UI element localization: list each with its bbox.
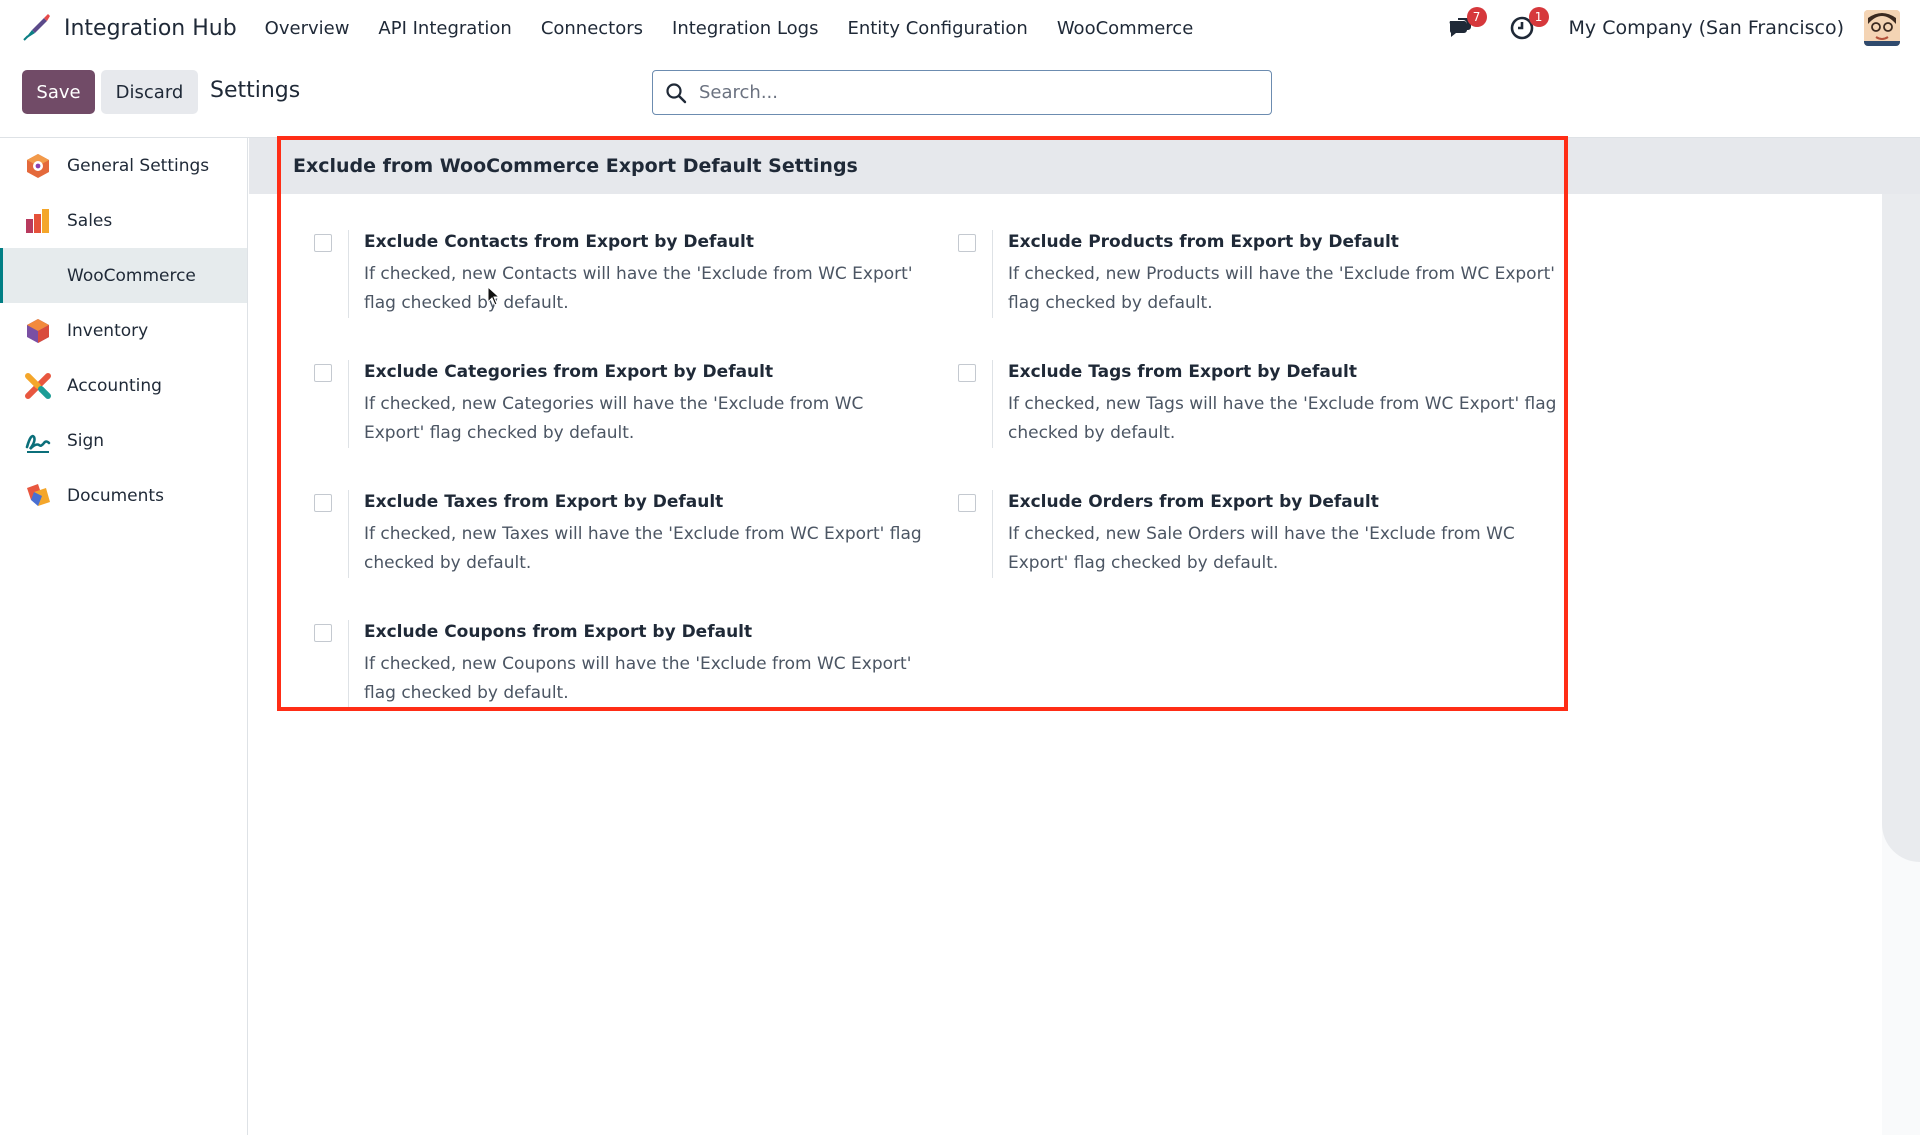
discard-button[interactable]: Discard — [101, 70, 198, 114]
control-panel: Save Discard Settings — [0, 56, 1920, 138]
sidebar-item-label: Inventory — [67, 320, 149, 341]
main-menu: Overview API Integration Connectors Inte… — [265, 18, 1223, 39]
sidebar-item-woocommerce[interactable]: WooCommerce — [0, 248, 247, 303]
menu-woocommerce[interactable]: WooCommerce — [1057, 18, 1193, 39]
setting-description: If checked, new Coupons will have the 'E… — [364, 654, 912, 703]
sidebar-item-general-settings[interactable]: General Settings — [0, 138, 247, 193]
section-header: Exclude from WooCommerce Export Default … — [249, 138, 1920, 194]
exclude-tags-checkbox[interactable] — [958, 364, 976, 382]
search-bar[interactable] — [652, 70, 1272, 115]
setting-divider — [348, 620, 349, 708]
setting-description: If checked, new Tags will have the 'Excl… — [1008, 394, 1557, 443]
setting-divider — [992, 360, 993, 448]
general-settings-icon — [27, 153, 49, 178]
page-title: Settings — [210, 78, 301, 103]
scroll-edge — [1882, 142, 1920, 862]
menu-overview[interactable]: Overview — [265, 18, 350, 39]
setting-exclude-orders: Exclude Orders from Export by Default If… — [958, 490, 1558, 600]
settings-sidebar: General Settings Sales WooCommerce Inven… — [0, 138, 248, 1135]
setting-title: Exclude Tags from Export by Default — [1008, 362, 1357, 382]
setting-description: If checked, new Categories will have the… — [364, 394, 864, 443]
sales-icon — [26, 208, 49, 233]
exclude-coupons-checkbox[interactable] — [314, 624, 332, 642]
menu-api-integration[interactable]: API Integration — [378, 18, 511, 39]
setting-title: Exclude Coupons from Export by Default — [364, 622, 753, 642]
documents-icon — [27, 483, 50, 506]
setting-divider — [992, 490, 993, 578]
settings-content: Exclude Contacts from Export by Default … — [249, 194, 1882, 1135]
setting-exclude-taxes: Exclude Taxes from Export by Default If … — [314, 490, 922, 600]
search-input[interactable] — [699, 82, 1239, 103]
sidebar-item-inventory[interactable]: Inventory — [0, 303, 247, 358]
accounting-icon — [25, 372, 51, 399]
exclude-categories-checkbox[interactable] — [314, 364, 332, 382]
systray: 7 1 My Company (San Francisco) — [1445, 0, 1900, 56]
setting-exclude-categories: Exclude Categories from Export by Defaul… — [314, 360, 914, 470]
section-title: Exclude from WooCommerce Export Default … — [293, 155, 858, 177]
user-avatar[interactable] — [1864, 10, 1900, 46]
app-brand[interactable]: Integration Hub — [20, 12, 237, 44]
sidebar-item-documents[interactable]: Documents — [0, 468, 247, 523]
sign-icon — [25, 434, 51, 453]
menu-connectors[interactable]: Connectors — [541, 18, 643, 39]
sidebar-item-label: Accounting — [67, 375, 162, 396]
setting-title: Exclude Orders from Export by Default — [1008, 492, 1379, 512]
exclude-taxes-checkbox[interactable] — [314, 494, 332, 512]
messages-count-badge: 7 — [1466, 7, 1487, 27]
sidebar-item-sales[interactable]: Sales — [0, 193, 247, 248]
menu-entity-configuration[interactable]: Entity Configuration — [847, 18, 1027, 39]
activities-button[interactable]: 1 — [1507, 7, 1549, 43]
inventory-icon — [27, 318, 49, 343]
app-name: Integration Hub — [64, 15, 237, 41]
setting-divider — [348, 490, 349, 578]
setting-title: Exclude Categories from Export by Defaul… — [364, 362, 774, 382]
search-icon — [666, 82, 687, 103]
setting-description: If checked, new Sale Orders will have th… — [1008, 524, 1515, 573]
company-switcher[interactable]: My Company (San Francisco) — [1569, 17, 1844, 39]
sidebar-item-accounting[interactable]: Accounting — [0, 358, 247, 413]
messages-button[interactable]: 7 — [1445, 7, 1487, 43]
sidebar-item-label: Documents — [67, 485, 164, 506]
exclude-orders-checkbox[interactable] — [958, 494, 976, 512]
setting-title: Exclude Contacts from Export by Default — [364, 232, 754, 252]
setting-divider — [348, 360, 349, 448]
sidebar-item-label: General Settings — [67, 155, 210, 176]
setting-description: If checked, new Contacts will have the '… — [364, 264, 913, 313]
activities-count-badge: 1 — [1528, 7, 1549, 27]
integration-hub-icon — [23, 14, 50, 41]
setting-exclude-tags: Exclude Tags from Export by Default If c… — [958, 360, 1558, 470]
setting-description: If checked, new Products will have the '… — [1008, 264, 1555, 313]
save-button[interactable]: Save — [22, 70, 95, 114]
sidebar-item-label: WooCommerce — [67, 265, 196, 286]
exclude-products-checkbox[interactable] — [958, 234, 976, 252]
sidebar-item-label: Sales — [67, 210, 113, 231]
menu-integration-logs[interactable]: Integration Logs — [672, 18, 818, 39]
setting-exclude-products: Exclude Products from Export by Default … — [958, 230, 1558, 340]
mouse-cursor-icon — [487, 286, 501, 306]
setting-description: If checked, new Taxes will have the 'Exc… — [364, 524, 922, 573]
setting-divider — [348, 230, 349, 318]
setting-divider — [992, 230, 993, 318]
exclude-contacts-checkbox[interactable] — [314, 234, 332, 252]
setting-title: Exclude Taxes from Export by Default — [364, 492, 724, 512]
setting-exclude-coupons: Exclude Coupons from Export by Default I… — [314, 620, 914, 730]
top-navbar: Integration Hub Overview API Integration… — [0, 0, 1920, 56]
setting-exclude-contacts: Exclude Contacts from Export by Default … — [314, 230, 914, 340]
sidebar-item-label: Sign — [67, 430, 105, 451]
setting-title: Exclude Products from Export by Default — [1008, 232, 1399, 252]
sidebar-item-sign[interactable]: Sign — [0, 413, 247, 468]
